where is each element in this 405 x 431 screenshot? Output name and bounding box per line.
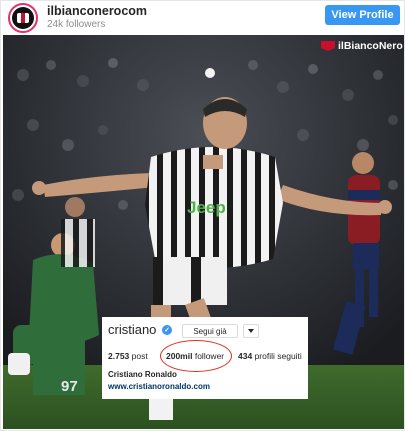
highlight-circle [160, 340, 232, 372]
dropdown-arrow-icon [243, 324, 259, 338]
posts-count: 2.753 [108, 351, 130, 361]
brand-flag-icon [321, 41, 335, 51]
posts-stat: 2.753 post [108, 351, 148, 361]
avatar-logo-icon [12, 7, 34, 29]
instagram-profile-snippet: cristiano ✓ Segui già 2.753 post 200mil … [102, 317, 308, 399]
post-photo[interactable]: 97 Jeep ilBiancoNero cristiano ✓ Segui g… [3, 35, 404, 429]
brand-name: ilBiancoNero [338, 40, 403, 52]
profile-handle: cristiano [108, 322, 157, 337]
brand-watermark: ilBiancoNero [321, 40, 403, 52]
keeper-number: 97 [61, 378, 78, 395]
profile-full-name: Cristiano Ronaldo [108, 370, 177, 379]
follower-count: 24k followers [47, 19, 106, 30]
username[interactable]: ilbianconerocom [47, 4, 147, 18]
sponsor-logo: Jeep [187, 198, 226, 217]
view-profile-button[interactable]: View Profile [325, 5, 400, 25]
instagram-embed: ilbianconerocom 24k followers View Profi… [0, 0, 405, 431]
following-count: 434 [238, 351, 253, 361]
avatar[interactable] [8, 3, 38, 33]
verified-badge-icon: ✓ [162, 325, 172, 335]
profile-website: www.cristianoronaldo.com [108, 382, 210, 391]
following-button: Segui già [182, 324, 238, 338]
following-label: profili seguiti [254, 351, 302, 361]
posts-label: post [131, 351, 148, 361]
post-header: ilbianconerocom 24k followers View Profi… [1, 1, 405, 35]
following-stat: 434 profili seguiti [238, 351, 302, 361]
